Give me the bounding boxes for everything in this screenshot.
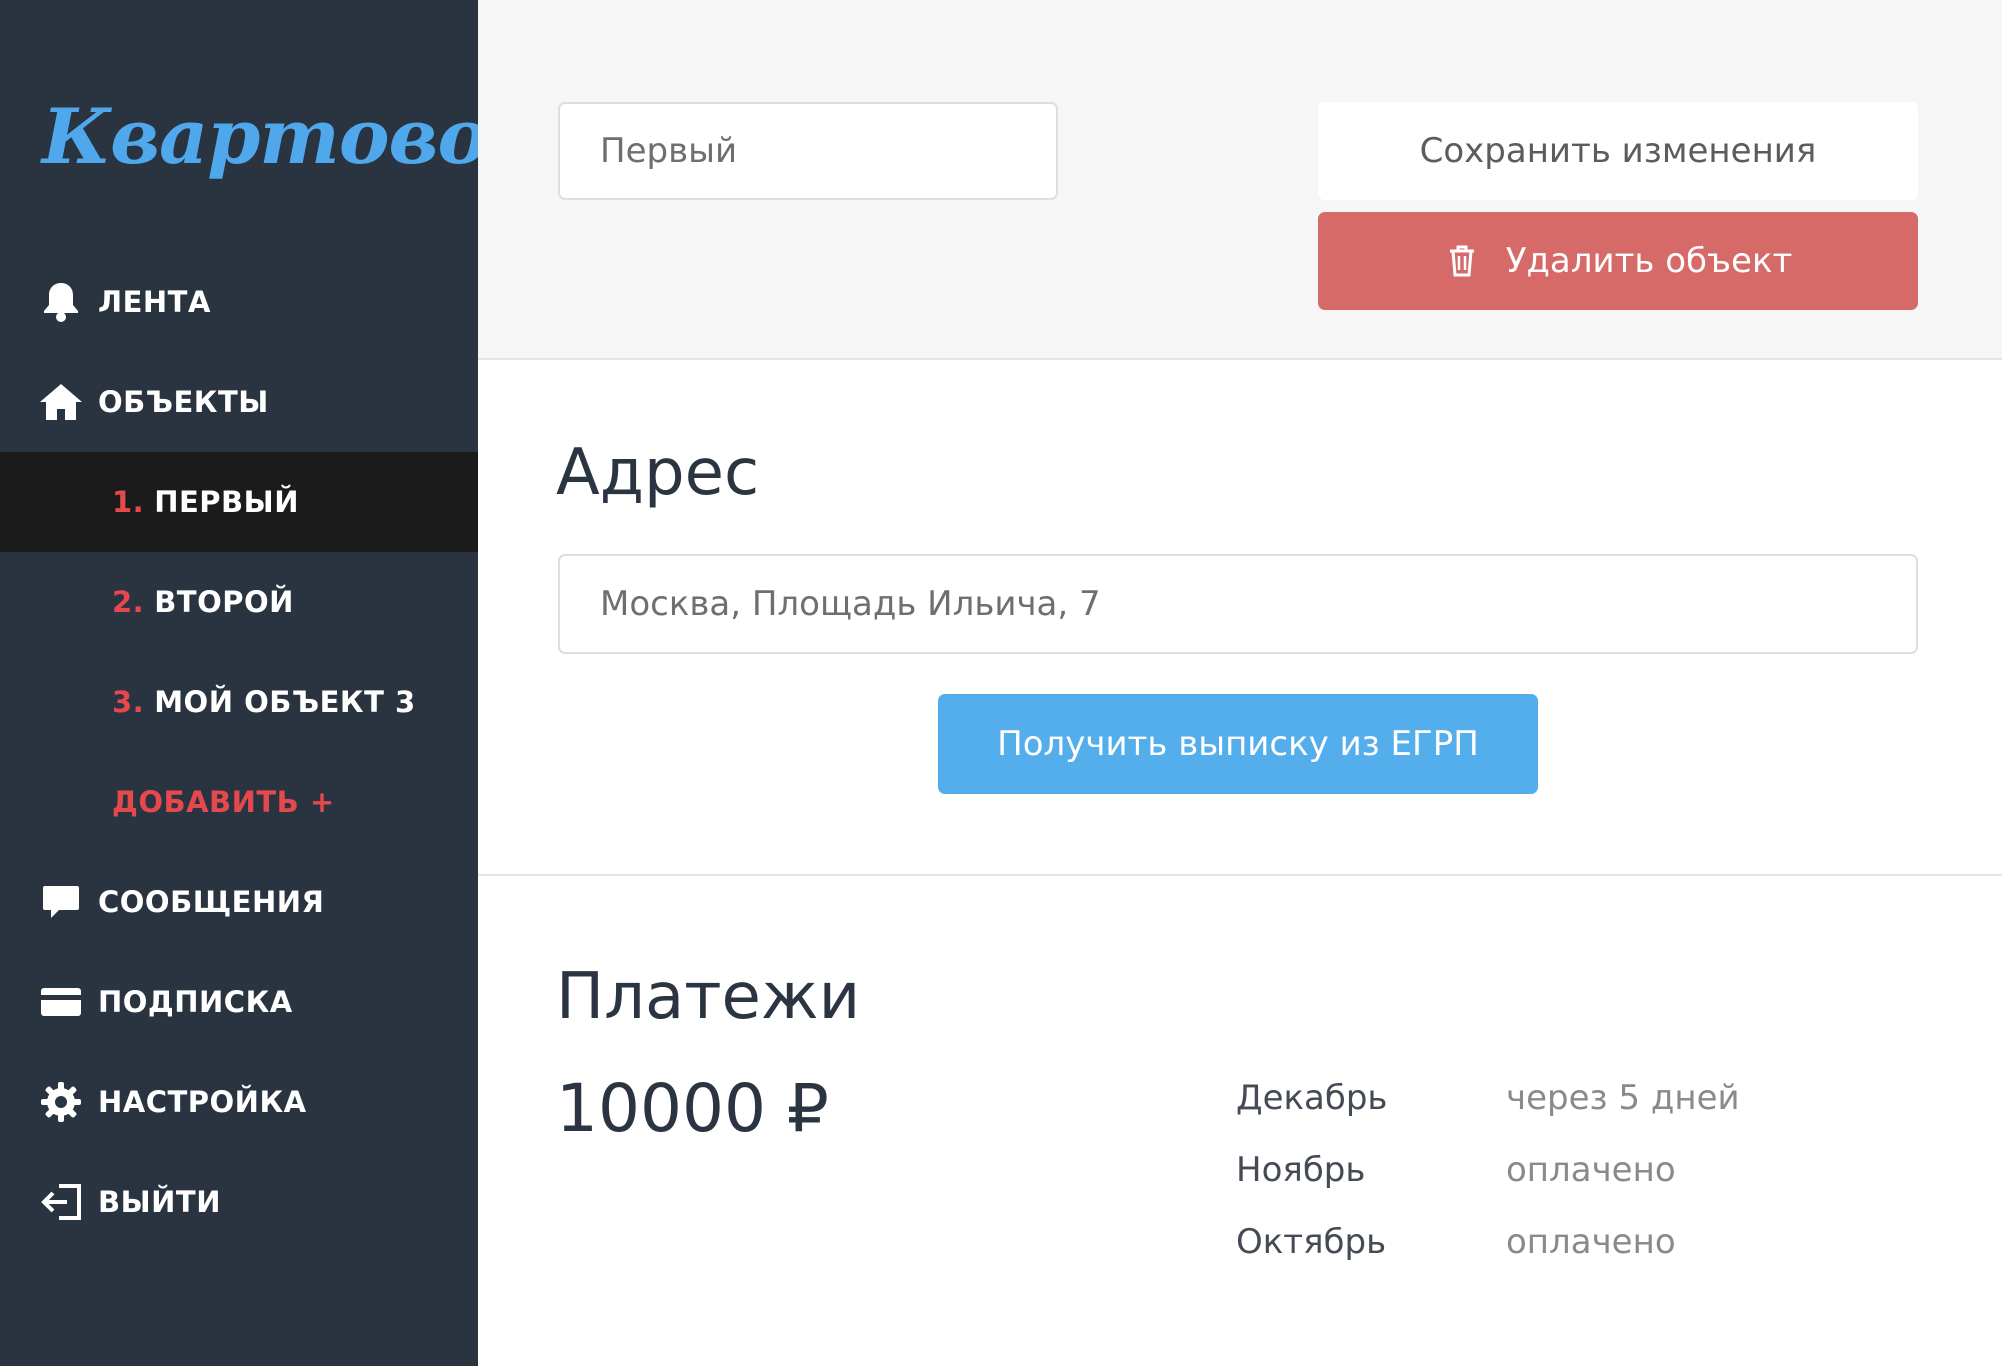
object-label: ВТОРОЙ xyxy=(154,585,294,619)
sidebar-object-item[interactable]: 1. ПЕРВЫЙ xyxy=(0,452,478,552)
object-label: ПЕРВЫЙ xyxy=(154,485,299,519)
sidebar-item-label: ЛЕНТА xyxy=(98,285,211,319)
trash-icon xyxy=(1444,243,1480,279)
delete-button-label: Удалить объект xyxy=(1505,241,1793,281)
payment-month: Октябрь xyxy=(1236,1222,1387,1262)
credit-card-icon xyxy=(38,979,84,1025)
object-number: 2. xyxy=(112,585,145,619)
sidebar-item-settings[interactable]: НАСТРОЙКА xyxy=(0,1052,478,1152)
sidebar-item-label: ПОДПИСКА xyxy=(98,985,293,1019)
egrp-extract-button[interactable]: Получить выписку из ЕГРП xyxy=(938,694,1538,794)
sidebar-item-subscription[interactable]: ПОДПИСКА xyxy=(0,952,478,1052)
delete-object-button[interactable]: Удалить объект xyxy=(1318,212,1918,310)
payment-status: оплачено xyxy=(1506,1150,1676,1190)
gear-icon xyxy=(38,1079,84,1125)
logout-icon xyxy=(38,1179,84,1225)
address-input[interactable] xyxy=(558,554,1918,654)
object-label: МОЙ ОБЪЕКТ 3 xyxy=(154,685,416,719)
payment-amount: 10000 ₽ xyxy=(556,1070,829,1147)
chat-icon xyxy=(38,879,84,925)
home-icon xyxy=(38,379,84,425)
payment-month: Декабрь xyxy=(1236,1078,1388,1118)
payment-row: Декабрь через 5 дней xyxy=(1236,1068,1740,1128)
sidebar-item-messages[interactable]: СООБЩЕНИЯ xyxy=(0,852,478,952)
logo[interactable]: Квартовод xyxy=(42,92,540,181)
sidebar-object-item[interactable]: 2. ВТОРОЙ xyxy=(0,552,478,652)
sidebar: Квартовод ЛЕНТА ОБЪЕКТЫ 1. ПЕРВЫЙ 2. ВТО… xyxy=(0,0,540,1366)
sidebar-item-objects[interactable]: ОБЪЕКТЫ xyxy=(0,352,478,452)
address-title: Адрес xyxy=(556,436,760,510)
sidebar-item-feed[interactable]: ЛЕНТА xyxy=(0,252,478,352)
sidebar-item-label: НАСТРОЙКА xyxy=(98,1085,307,1119)
sidebar-item-logout[interactable]: ВЫЙТИ xyxy=(0,1152,478,1252)
payment-row: Ноябрь оплачено xyxy=(1236,1140,1676,1200)
payment-month: Ноябрь xyxy=(1236,1150,1366,1190)
sidebar-object-item[interactable]: 3. МОЙ ОБЪЕКТ 3 xyxy=(0,652,478,752)
object-name-input[interactable] xyxy=(558,102,1058,200)
sidebar-item-label: ВЫЙТИ xyxy=(98,1185,221,1219)
sidebar-item-label: СООБЩЕНИЯ xyxy=(98,885,325,919)
sidebar-item-label: ОБЪЕКТЫ xyxy=(98,385,269,419)
object-number: 3. xyxy=(112,685,145,719)
payments-title: Платежи xyxy=(556,960,861,1034)
app: Квартовод ЛЕНТА ОБЪЕКТЫ 1. ПЕРВЫЙ 2. ВТО… xyxy=(0,0,2002,1366)
payment-status: оплачено xyxy=(1506,1222,1676,1262)
add-object-link[interactable]: ДОБАВИТЬ + xyxy=(0,752,478,852)
bell-icon xyxy=(38,279,84,325)
save-button[interactable]: Сохранить изменения xyxy=(1318,102,1918,200)
payment-row: Октябрь оплачено xyxy=(1236,1212,1676,1272)
payment-status: через 5 дней xyxy=(1506,1078,1740,1118)
object-number: 1. xyxy=(112,485,145,519)
section-divider xyxy=(478,874,2002,876)
